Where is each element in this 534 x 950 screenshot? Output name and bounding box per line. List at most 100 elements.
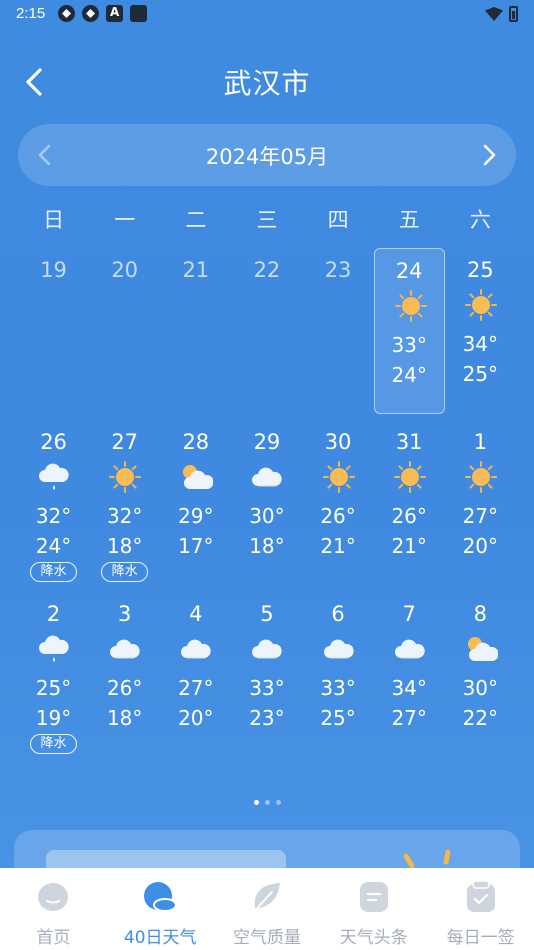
calendar-day[interactable]: 23 — [303, 248, 374, 414]
nav-item-daily-sign[interactable]: 每日一签 — [427, 868, 534, 950]
cloudy-icon — [108, 632, 142, 666]
low-temperature: 24° — [35, 534, 72, 558]
month-switcher: 2024年05月 — [18, 124, 516, 186]
calendar-day[interactable]: 7 34° 27° — [374, 592, 445, 758]
day-number: 5 — [260, 602, 274, 626]
low-temperature: 25° — [320, 706, 356, 730]
high-temperature: 30° — [462, 676, 499, 700]
calendar-day[interactable]: 21 — [160, 248, 231, 414]
wifi-icon — [485, 7, 503, 21]
bottom-navigation: 首页 40日天气 空气质量 天气头条 每日一签 — [0, 868, 534, 950]
weather-40day-icon — [144, 882, 178, 912]
sunny-icon — [464, 288, 498, 322]
nav-label: 每日一签 — [446, 928, 515, 948]
page-title: 武汉市 — [223, 67, 311, 100]
precipitation-badge: 降水 — [101, 562, 149, 582]
nav-item-home[interactable]: 首页 — [0, 868, 107, 950]
day-number: 23 — [324, 258, 352, 282]
calendar-day[interactable]: 22 — [231, 248, 302, 414]
low-temperature: 22° — [462, 706, 499, 730]
nav-item-headlines[interactable]: 天气头条 — [320, 868, 427, 950]
calendar-day[interactable]: 27 32° 18° 降水 — [89, 420, 160, 586]
day-number: 25 — [466, 258, 494, 282]
low-temperature: 18° — [106, 706, 143, 730]
nav-item-air-quality[interactable]: 空气质量 — [214, 868, 321, 950]
low-temperature: 21° — [320, 534, 356, 558]
nav-label: 40日天气 — [123, 928, 197, 948]
high-temperature: 29° — [178, 504, 214, 528]
page-dot[interactable] — [264, 800, 270, 805]
page-dot[interactable] — [253, 800, 259, 805]
calendar-day-selected[interactable]: 24 33° 24° — [373, 248, 445, 414]
high-temperature: 25° — [35, 676, 72, 700]
nav-label: 空气质量 — [232, 928, 301, 948]
sun-rays-icon — [403, 849, 451, 868]
low-temperature: 23° — [249, 706, 285, 730]
high-temperature: 26° — [106, 676, 143, 700]
status-time: 2:15 — [16, 5, 46, 22]
weekday-label: 一 — [114, 208, 136, 232]
cloudy-icon — [179, 632, 213, 666]
cloudy-icon — [322, 632, 356, 666]
day-number: 24 — [395, 259, 423, 283]
high-temperature: 26° — [391, 504, 427, 528]
calendar-day[interactable]: 8 30° 22° — [445, 592, 516, 758]
notification-icons — [58, 5, 147, 22]
page-dot[interactable] — [275, 800, 281, 805]
calendar-day[interactable]: 25 34° 25° — [445, 248, 516, 414]
low-temperature: 18° — [106, 534, 143, 558]
high-temperature: 33° — [249, 676, 285, 700]
day-number: 29 — [253, 430, 281, 454]
cloudy-icon — [393, 632, 427, 666]
calendar-day[interactable]: 30 26° 21° — [303, 420, 374, 586]
precipitation-badge: 降水 — [30, 562, 77, 582]
high-temperature: 26° — [320, 504, 356, 528]
weekday-label: 日 — [43, 208, 65, 232]
weekday-label: 三 — [256, 208, 278, 232]
high-temperature: 34° — [391, 676, 427, 700]
weekday-label: 二 — [185, 208, 207, 232]
low-temperature: 25° — [462, 362, 499, 386]
page-indicator — [0, 800, 534, 805]
high-temperature: 30° — [249, 504, 285, 528]
rain-icon — [37, 460, 71, 494]
daily-sign-icon — [466, 880, 495, 912]
sunny-icon — [322, 460, 356, 494]
calendar-day[interactable]: 28 29° 17° — [160, 420, 231, 586]
status-bar: 2:15 — [0, 0, 534, 28]
calendar-day[interactable]: 29 30° 18° — [231, 420, 302, 586]
calendar-day[interactable]: 4 27° 20° — [160, 592, 231, 758]
weekday-label: 五 — [398, 208, 420, 232]
nav-item-40day-weather[interactable]: 40日天气 — [107, 868, 214, 950]
air-quality-icon — [254, 883, 280, 908]
high-temperature: 32° — [106, 504, 143, 528]
headlines-icon — [359, 882, 388, 912]
partly-cloudy-icon — [179, 460, 214, 494]
calendar-day[interactable]: 6 33° 25° — [303, 592, 374, 758]
calendar-day[interactable]: 31 26° 21° — [374, 420, 445, 586]
rain-icon — [37, 632, 71, 666]
notification-app-icon — [82, 5, 99, 22]
calendar-day[interactable]: 20 — [89, 248, 160, 414]
sunny-icon — [394, 289, 428, 323]
day-number: 3 — [118, 602, 132, 626]
chevron-right-icon — [483, 144, 496, 166]
partly-cloudy-icon — [464, 632, 499, 666]
day-number: 22 — [253, 258, 281, 282]
day-number: 31 — [395, 430, 423, 454]
nav-label: 天气头条 — [339, 928, 408, 948]
calendar-day[interactable]: 3 26° 18° — [89, 592, 160, 758]
calendar-day[interactable]: 26 32° 24° 降水 — [18, 420, 89, 586]
high-temperature: 32° — [35, 504, 72, 528]
day-number: 30 — [324, 430, 352, 454]
calendar-day[interactable]: 1 27° 20° — [445, 420, 516, 586]
low-temperature: 20° — [462, 534, 499, 558]
battery-icon — [509, 6, 518, 22]
day-number: 19 — [40, 258, 67, 282]
day-number: 7 — [402, 602, 416, 626]
calendar-day[interactable]: 19 — [18, 248, 89, 414]
calendar-day[interactable]: 2 25° 19° 降水 — [18, 592, 89, 758]
calendar-day[interactable]: 5 33° 23° — [231, 592, 302, 758]
next-month-button[interactable] — [472, 139, 504, 171]
calendar-week-row: 26 32° 24° 降水 27 32° 18° 降水 28 29° 17° 29 30° 18° 30 26… — [18, 420, 516, 588]
